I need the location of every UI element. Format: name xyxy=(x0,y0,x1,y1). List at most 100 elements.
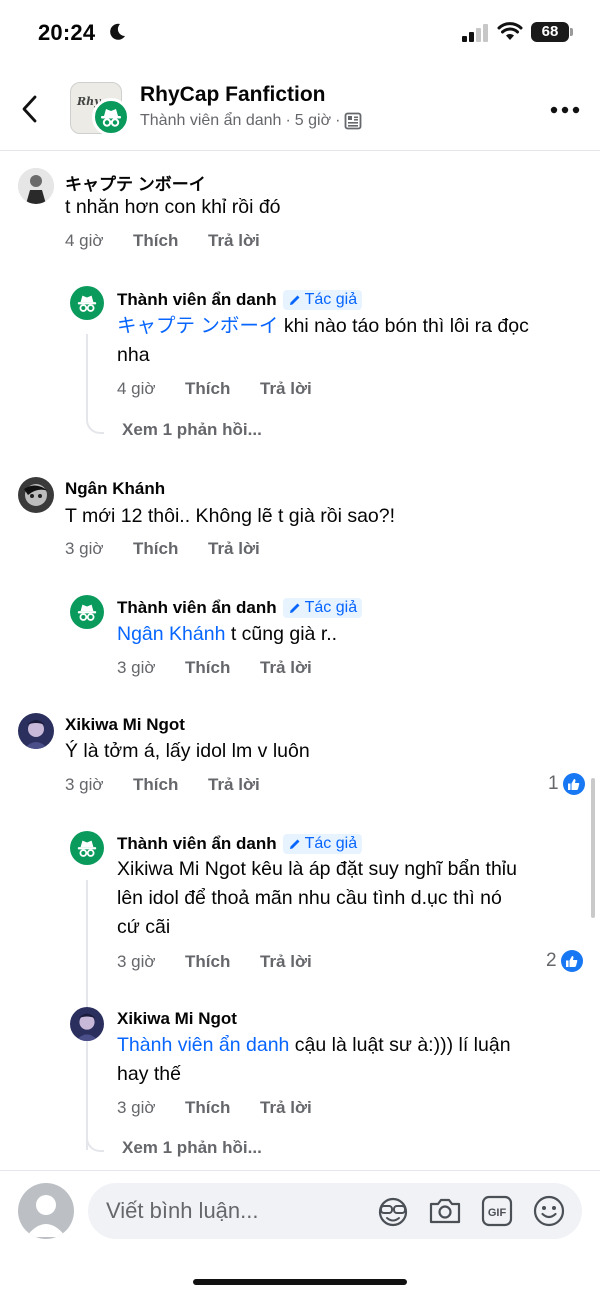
reply-button[interactable]: Trả lời xyxy=(260,952,312,972)
mention-link[interactable]: Ngân Khánh xyxy=(117,623,225,645)
reply-text-line: nha xyxy=(117,344,150,366)
comment-text: T mới 12 thôi.. Không lẽ t già rồi sao?! xyxy=(65,505,396,527)
commenter-avatar[interactable] xyxy=(18,168,54,204)
like-button[interactable]: Thích xyxy=(133,539,208,559)
reply-text: キャプテ ンボーイ khi nào táo bón thì lôi ra đọc xyxy=(117,315,529,337)
reply-meta: 4 giờ Thích Trả lời xyxy=(117,379,312,399)
camera-icon[interactable] xyxy=(427,1193,463,1229)
group-title[interactable]: RhyCap Fanfiction xyxy=(140,83,326,107)
reply-author[interactable]: Xikiwa Mi Ngot xyxy=(117,1009,237,1029)
comment-time: 3 giờ xyxy=(65,539,104,558)
emoji-icon[interactable] xyxy=(531,1193,567,1229)
thread-curve xyxy=(86,1130,104,1152)
reply-button[interactable]: Trả lời xyxy=(260,658,312,678)
commenter-avatar[interactable] xyxy=(18,713,54,749)
avatar-icon xyxy=(18,477,54,513)
header-divider xyxy=(0,150,600,151)
reply-time: 3 giờ xyxy=(117,1098,156,1117)
mention-link[interactable]: キャプテ ンボーイ xyxy=(117,315,278,337)
reply-text-line: cứ cãi xyxy=(117,916,171,938)
reply-text-line: Xikiwa Mi Ngot kêu là áp đặt suy nghĩ bẩ… xyxy=(117,858,517,880)
comment-meta: 3 giờ Thích Trả lời xyxy=(65,775,260,795)
reply-author[interactable]: Thành viên ẩn danh xyxy=(117,290,277,310)
like-button[interactable]: Thích xyxy=(185,658,260,678)
comment-time: 4 giờ xyxy=(65,231,104,250)
thread-curve xyxy=(86,412,104,434)
author-badge: Tác giả xyxy=(282,834,363,854)
like-button[interactable]: Thích xyxy=(185,379,260,399)
gif-icon[interactable]: GIF xyxy=(479,1193,515,1229)
reply-text: Thành viên ẩn danh cậu là luật sư à:))) … xyxy=(117,1034,511,1056)
svg-text:GIF: GIF xyxy=(488,1207,507,1219)
more-icon[interactable] xyxy=(550,106,580,114)
reply-button[interactable]: Trả lời xyxy=(208,231,260,251)
reply-button[interactable]: Trả lời xyxy=(260,379,312,399)
author-badge: Tác giả xyxy=(282,598,363,618)
reply-author-row: Thành viên ẩn danh Tác giả xyxy=(117,290,363,310)
reaction-count[interactable]: 1 xyxy=(548,773,585,795)
comment-meta: 4 giờ Thích Trả lời xyxy=(65,231,260,251)
comment-time: 3 giờ xyxy=(65,775,104,794)
reply-text-line: lên idol để thoả mãn nhu cầu tình d.ục t… xyxy=(117,887,502,909)
group-privacy-icon xyxy=(345,112,362,130)
reaction-count[interactable]: 2 xyxy=(546,950,583,972)
reply-time: 4 giờ xyxy=(117,379,156,398)
reply-time: 3 giờ xyxy=(117,952,156,971)
anonymous-avatar xyxy=(92,98,130,136)
comment-input-placeholder: Viết bình luận... xyxy=(106,1198,259,1223)
reply-author[interactable]: Thành viên ẩn danh xyxy=(117,834,277,854)
my-avatar[interactable] xyxy=(18,1183,74,1239)
post-time: 5 giờ xyxy=(294,112,332,129)
like-icon xyxy=(562,773,585,795)
reply-avatar[interactable] xyxy=(70,595,104,629)
status-time: 20:24 xyxy=(38,20,96,45)
comment-author[interactable]: Xikiwa Mi Ngot xyxy=(65,715,185,735)
comment-text: t nhăn hơn con khỉ rồi đó xyxy=(65,196,281,218)
comment-meta: 3 giờ Thích Trả lời xyxy=(65,539,260,559)
scrollbar[interactable] xyxy=(591,778,595,918)
back-icon[interactable] xyxy=(20,94,40,124)
wifi-icon xyxy=(497,22,523,40)
reply-avatar[interactable] xyxy=(70,831,104,865)
commenter-avatar[interactable] xyxy=(18,477,54,513)
avatar-icon xyxy=(18,168,54,204)
author-badge: Tác giả xyxy=(282,290,363,310)
avatar-icon xyxy=(18,713,54,749)
avatar-icon xyxy=(26,1195,66,1237)
reply-time: 3 giờ xyxy=(117,658,156,677)
thread-line xyxy=(86,334,88,416)
pencil-icon xyxy=(289,603,300,613)
anonymous-icon xyxy=(101,109,121,127)
reply-meta: 3 giờ Thích Trả lời xyxy=(117,658,312,678)
comment-author[interactable]: キャプテ ンボーイ xyxy=(65,170,206,195)
like-icon xyxy=(560,950,583,972)
reply-avatar[interactable] xyxy=(70,1007,104,1041)
comment-author[interactable]: Ngân Khánh xyxy=(65,479,165,499)
subtitle-separator: · xyxy=(335,112,341,129)
comment-text: Ý là tởm á, lấy idol lm v luôn xyxy=(65,740,310,762)
post-author: Thành viên ẩn danh xyxy=(140,112,282,129)
reply-button[interactable]: Trả lời xyxy=(208,539,260,559)
moon-icon xyxy=(110,23,125,40)
view-more-replies[interactable]: Xem 1 phản hồi... xyxy=(122,420,262,440)
reply-avatar[interactable] xyxy=(70,286,104,320)
anonymous-icon xyxy=(77,604,97,621)
like-button[interactable]: Thích xyxy=(133,775,208,795)
view-more-replies[interactable]: Xem 1 phản hồi... xyxy=(122,1138,262,1158)
like-button[interactable]: Thích xyxy=(185,952,260,972)
composer-divider xyxy=(0,1170,600,1171)
reply-text: Ngân Khánh t cũng già r.. xyxy=(117,623,338,645)
like-button[interactable]: Thích xyxy=(185,1098,260,1118)
reply-button[interactable]: Trả lời xyxy=(208,775,260,795)
post-subtitle: Thành viên ẩn danh · 5 giờ · xyxy=(140,112,362,130)
reply-meta: 3 giờ Thích Trả lời xyxy=(117,952,312,972)
reply-button[interactable]: Trả lời xyxy=(260,1098,312,1118)
reply-text-line: hay thế xyxy=(117,1063,181,1085)
reply-author-row: Thành viên ẩn danh Tác giả xyxy=(117,834,363,854)
sticker-icon[interactable] xyxy=(375,1193,411,1229)
reply-author[interactable]: Thành viên ẩn danh xyxy=(117,598,277,618)
like-button[interactable]: Thích xyxy=(133,231,208,251)
pencil-icon xyxy=(289,295,300,305)
mention-link[interactable]: Thành viên ẩn danh xyxy=(117,1034,289,1056)
anonymous-icon xyxy=(77,840,97,857)
